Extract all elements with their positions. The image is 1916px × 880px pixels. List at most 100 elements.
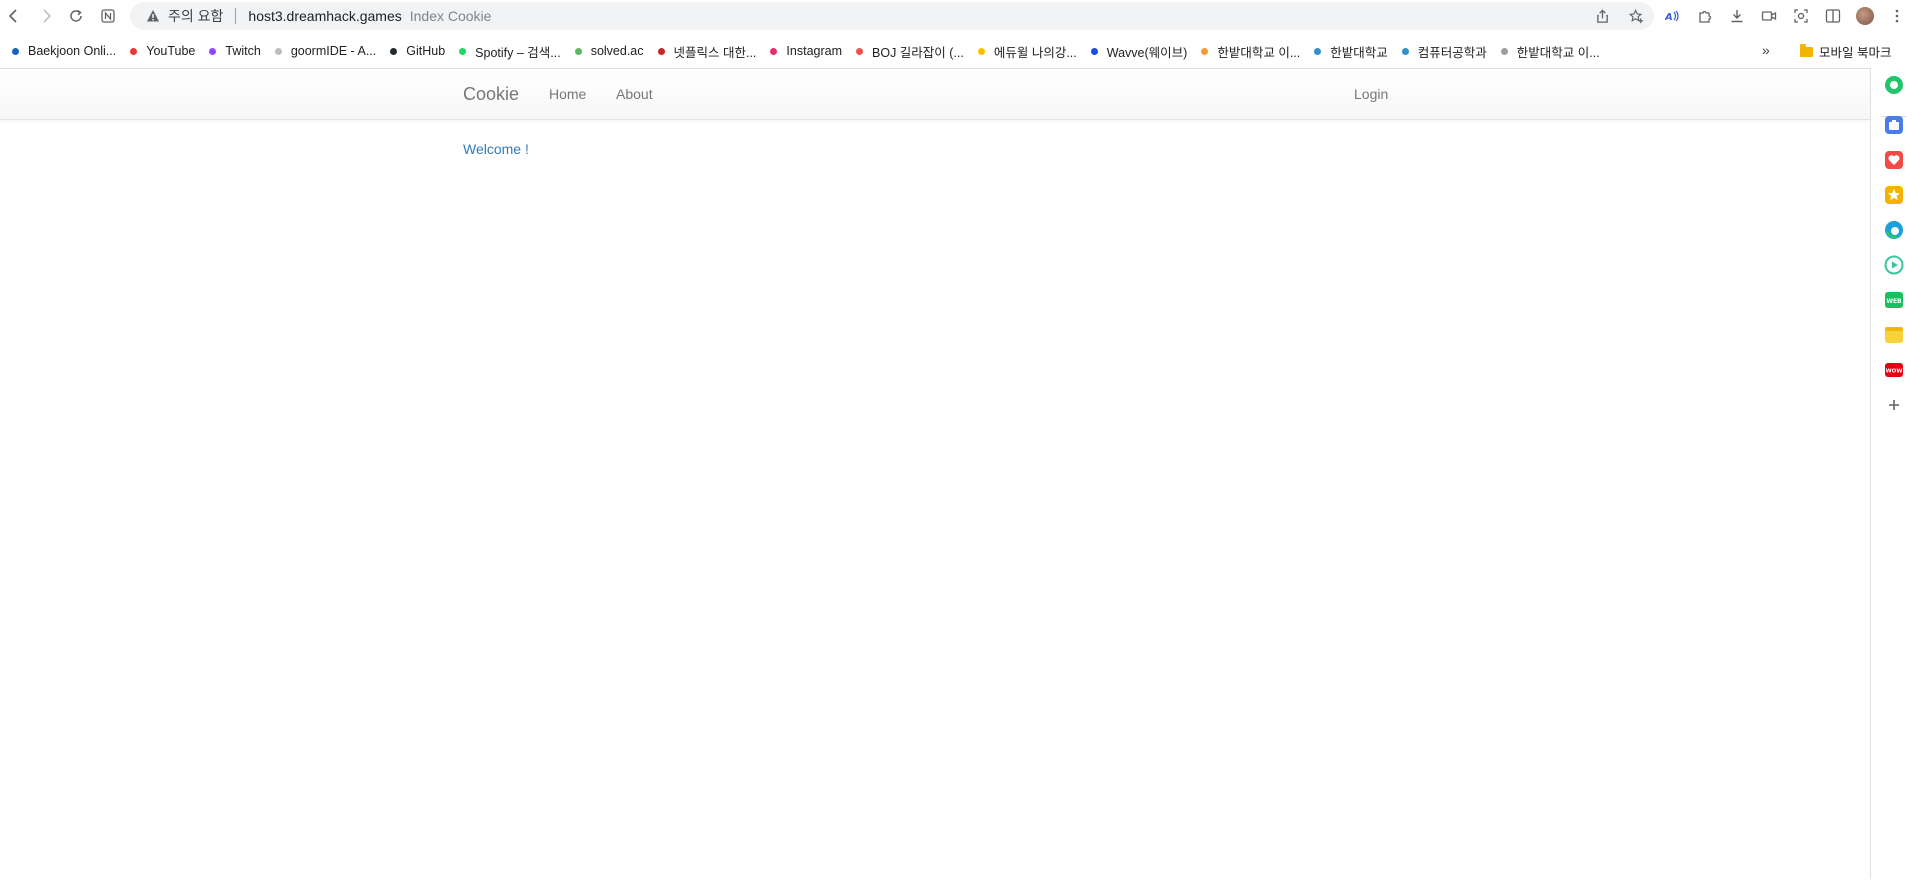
split-screen-button[interactable] <box>1820 4 1846 28</box>
bookmark-favicon-icon <box>770 47 778 55</box>
notion-icon <box>101 9 115 23</box>
bookmark-label: GitHub <box>406 44 446 58</box>
downloads-button[interactable] <box>1724 4 1750 28</box>
bookmarks-bar: Baekjoon Onli... YouTube Twitch goormIDE - … <box>0 38 1916 64</box>
address-bar[interactable]: 주의 요함 host3.dreamhack.games Index Cookie <box>130 2 1654 30</box>
camera-capture-icon <box>1794 9 1808 23</box>
back-arrow-icon <box>8 9 17 23</box>
bookmark-favicon-icon <box>1401 47 1409 55</box>
briefcase-icon[interactable] <box>1884 115 1904 135</box>
notion-extension-button[interactable] <box>96 4 120 28</box>
bookmark-item[interactable]: 넷플릭스 대한... <box>657 42 757 61</box>
bookmark-item[interactable]: Wavve(웨이브) <box>1090 42 1187 61</box>
forward-button[interactable] <box>34 4 58 28</box>
bookmark-favicon-icon <box>1090 47 1098 55</box>
bookmark-label: Twitch <box>225 44 261 58</box>
bookmark-item[interactable]: 한밭대학교 이... <box>1500 42 1600 61</box>
svg-text:WOW: WOW <box>1886 369 1903 375</box>
screenshot-button[interactable] <box>1788 4 1814 28</box>
page-viewport: Cookie Home About Login Welcome ! <box>0 68 1870 880</box>
bookmark-label: 한밭대학교 <box>1330 45 1388 60</box>
bookmark-label: 에듀윌 나의강... <box>993 45 1077 60</box>
warning-icon[interactable] <box>146 9 160 23</box>
bookmarks-list: Baekjoon Onli... YouTube Twitch goormIDE - … <box>12 42 1614 61</box>
bookmark-item[interactable]: YouTube <box>130 44 195 58</box>
bookmark-item[interactable]: Baekjoon Onli... <box>12 44 116 58</box>
bookmark-label: Baekjoon Onli... <box>28 44 117 58</box>
bookmark-favicon-icon <box>459 47 467 55</box>
bookmark-item[interactable]: 한밭대학교 이... <box>1201 42 1300 61</box>
svg-text:WEB: WEB <box>1886 298 1902 305</box>
share-button[interactable] <box>1590 4 1614 28</box>
wow-icon[interactable]: WOW <box>1884 360 1904 380</box>
bookmark-label: goormIDE - A... <box>290 44 377 58</box>
profile-button[interactable] <box>1852 4 1878 28</box>
url-text[interactable]: host3.dreamhack.games <box>248 8 401 24</box>
site-navbar: Cookie Home About Login <box>0 69 1870 120</box>
bookmark-label: YouTube <box>146 44 196 58</box>
bookmark-favicon-icon <box>209 47 217 55</box>
bookmark-favicon-icon <box>130 47 138 55</box>
share-icon <box>1596 8 1608 23</box>
video-icon <box>1761 11 1777 21</box>
bookmark-favicon-icon <box>274 47 282 55</box>
security-status-label[interactable]: 주의 요함 <box>168 6 223 26</box>
split-screen-icon <box>1825 9 1841 23</box>
bookmark-label: solved.ac <box>590 44 644 58</box>
forward-arrow-icon <box>43 9 52 23</box>
favorites-button[interactable] <box>1624 4 1648 28</box>
download-icon <box>1731 10 1743 23</box>
webtoon-icon[interactable]: WEB <box>1884 290 1904 310</box>
play-icon[interactable] <box>1884 255 1904 275</box>
bookmarks-overflow-button[interactable]: » <box>1762 42 1770 58</box>
bookmark-item[interactable]: 한밭대학교 <box>1314 42 1388 61</box>
omnibox-divider <box>235 8 237 24</box>
welcome-message: Welcome ! <box>463 141 529 157</box>
screencast-button[interactable] <box>1756 4 1782 28</box>
puzzle-icon <box>1699 10 1712 23</box>
add-icon[interactable] <box>1884 395 1904 415</box>
bookmark-label: 넷플릭스 대한... <box>673 45 757 60</box>
reload-icon <box>70 9 82 22</box>
star-add-icon <box>1628 8 1643 23</box>
bookmark-favicon-icon <box>856 47 864 55</box>
bookmark-favicon-icon <box>574 47 582 55</box>
bookmark-label: 컴퓨터공학과 <box>1417 45 1487 60</box>
page-title-text: Index Cookie <box>409 8 492 24</box>
nav-about-link[interactable]: About <box>616 86 653 102</box>
bookmark-item[interactable]: 에듀윌 나의강... <box>977 42 1077 61</box>
bookmark-label: Spotify – 검색... <box>475 45 561 60</box>
nav-login-link[interactable]: Login <box>1354 86 1388 102</box>
bookmark-item[interactable]: Instagram <box>770 44 842 58</box>
edge-icon[interactable] <box>1884 220 1904 240</box>
settings-menu-button[interactable] <box>1884 4 1910 28</box>
back-button[interactable] <box>2 4 26 28</box>
circle-app-icon[interactable] <box>1884 75 1904 95</box>
bookmark-favicon-icon <box>977 47 985 55</box>
bookmark-item[interactable]: Twitch <box>209 44 261 58</box>
browser-side-panel: WEB WOW <box>1870 68 1916 879</box>
svg-text:A: A <box>1665 12 1673 23</box>
bookmark-item[interactable]: 컴퓨터공학과 <box>1401 42 1487 61</box>
bookmark-favicon-icon <box>390 47 398 55</box>
read-aloud-button[interactable]: A <box>1660 4 1686 28</box>
bookmark-label: 한밭대학교 이... <box>1217 45 1301 60</box>
bookmark-item[interactable]: BOJ 길라잡이 (... <box>856 42 964 61</box>
extensions-button[interactable] <box>1692 4 1718 28</box>
site-brand-link[interactable]: Cookie <box>463 84 519 105</box>
bookmark-item[interactable]: solved.ac <box>574 44 644 58</box>
bookmark-favicon-icon <box>12 47 19 55</box>
reload-button[interactable] <box>64 4 88 28</box>
bookmark-item[interactable]: GitHub <box>390 44 445 58</box>
bookmark-favicon-icon <box>657 47 665 55</box>
notes-icon[interactable] <box>1884 325 1904 345</box>
heart-icon[interactable] <box>1884 150 1904 170</box>
bookmark-item[interactable]: goormIDE - A... <box>274 44 377 58</box>
bookmark-favicon-icon <box>1201 47 1209 55</box>
bookmark-item[interactable]: Spotify – 검색... <box>459 42 561 61</box>
nav-home-link[interactable]: Home <box>549 86 586 102</box>
folder-icon <box>1800 43 1813 57</box>
more-vertical-icon <box>1895 9 1899 23</box>
star-icon[interactable] <box>1884 185 1904 205</box>
mobile-bookmarks-folder[interactable]: 모바일 북마크 <box>1800 42 1891 61</box>
